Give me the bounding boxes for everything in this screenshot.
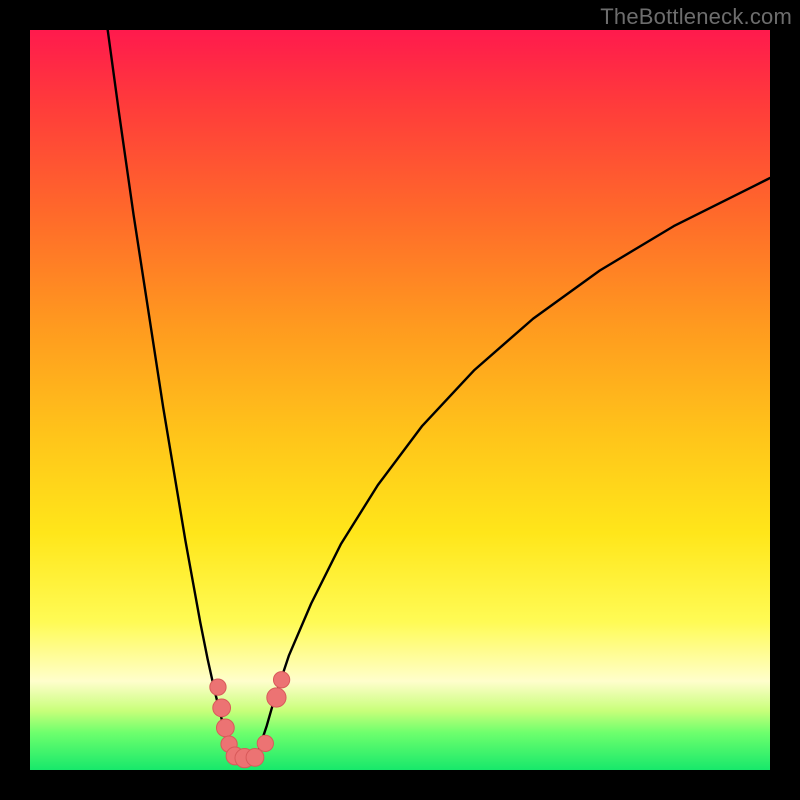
data-marker xyxy=(213,699,231,717)
curve-right-branch xyxy=(256,178,770,759)
curve-left-branch xyxy=(108,30,234,759)
marker-group xyxy=(210,672,290,768)
curve-group xyxy=(108,30,770,759)
data-marker xyxy=(246,749,264,767)
data-marker xyxy=(210,679,226,695)
data-marker xyxy=(267,688,286,707)
data-marker xyxy=(216,719,234,737)
data-marker xyxy=(273,672,289,688)
chart-frame: TheBottleneck.com xyxy=(0,0,800,800)
chart-svg xyxy=(30,30,770,770)
chart-plot-area xyxy=(30,30,770,770)
watermark: TheBottleneck.com xyxy=(600,4,792,30)
data-marker xyxy=(257,735,273,751)
